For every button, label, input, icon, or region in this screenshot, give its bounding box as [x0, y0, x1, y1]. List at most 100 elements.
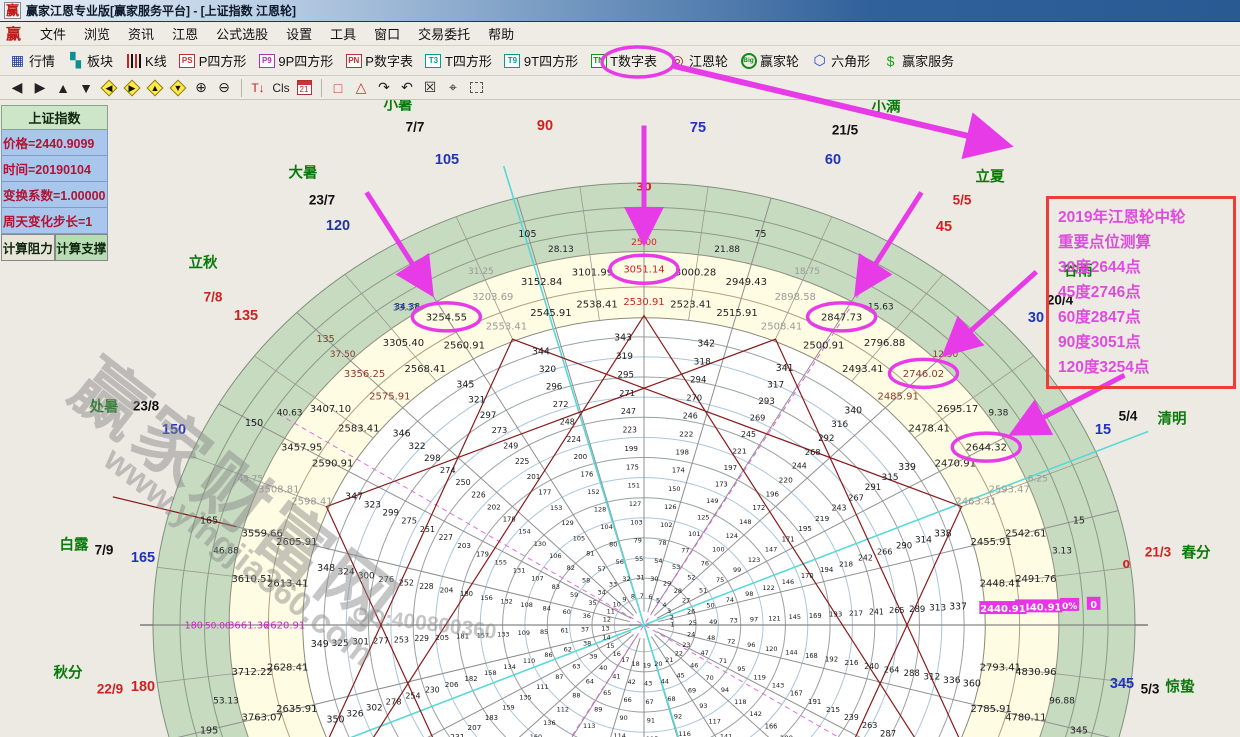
svg-text:267: 267 — [848, 492, 864, 502]
nav-down-icon[interactable]: ▼ — [75, 78, 97, 98]
svg-text:319: 319 — [616, 352, 633, 362]
toolbar-item-板块[interactable]: ▚板块 — [62, 49, 118, 72]
svg-text:30: 30 — [650, 575, 658, 583]
calendar-icon[interactable]: 21 — [293, 78, 315, 98]
cls-button[interactable]: Cls — [270, 78, 292, 98]
menu-item-2[interactable]: 浏览 — [75, 25, 119, 44]
menu-item-8[interactable]: 窗口 — [365, 25, 409, 44]
svg-text:222: 222 — [679, 430, 693, 439]
toolbar-item-9T四方形[interactable]: T99T四方形 — [499, 49, 583, 72]
zoom-in-icon[interactable]: ⊕ — [190, 78, 212, 98]
calc-resistance-button[interactable]: 计算阻力 — [1, 234, 55, 261]
toolbar-item-赢家服务[interactable]: $赢家服务 — [877, 49, 959, 72]
toolbar-item-赢家轮[interactable]: Big赢家轮 — [735, 49, 804, 72]
app-logo-icon: 赢 — [4, 2, 21, 19]
svg-text:160: 160 — [530, 733, 542, 737]
menu-item-3[interactable]: 资讯 — [119, 25, 163, 44]
menu-item-1[interactable]: 文件 — [31, 25, 75, 44]
svg-text:173: 173 — [715, 481, 728, 489]
select-box-icon[interactable] — [465, 78, 487, 98]
svg-text:158: 158 — [484, 669, 496, 677]
svg-text:2793.41: 2793.41 — [980, 663, 1021, 674]
degree-label: 150 — [162, 422, 186, 438]
svg-text:3101.99: 3101.99 — [572, 268, 613, 279]
toolbar-item-label: 板块 — [87, 51, 113, 70]
nav-right-icon[interactable]: ▶ — [29, 78, 51, 98]
svg-text:150: 150 — [668, 485, 680, 493]
toolbar-item-K线[interactable]: K线 — [120, 49, 172, 72]
menu-item-7[interactable]: 工具 — [321, 25, 365, 44]
svg-text:277: 277 — [373, 636, 389, 646]
svg-text:13: 13 — [601, 624, 609, 632]
svg-text:2898.58: 2898.58 — [775, 292, 816, 303]
toolbar-item-T数字表[interactable]: TNT数字表 — [585, 49, 662, 72]
svg-text:105: 105 — [573, 534, 585, 542]
svg-text:18.75: 18.75 — [794, 267, 820, 277]
svg-text:28.13: 28.13 — [548, 245, 574, 255]
svg-text:116: 116 — [678, 730, 690, 737]
svg-text:316: 316 — [831, 420, 848, 430]
svg-text:67: 67 — [645, 698, 653, 706]
toolbar-item-9P四方形[interactable]: P99P四方形 — [253, 49, 338, 72]
svg-text:128: 128 — [594, 506, 606, 514]
square-tool-icon[interactable]: □ — [327, 78, 349, 98]
menu-item-6[interactable]: 设置 — [277, 25, 321, 44]
svg-text:199: 199 — [624, 444, 638, 453]
svg-text:2530.91: 2530.91 — [623, 297, 664, 308]
zoom-out-icon[interactable]: ⊖ — [213, 78, 235, 98]
triangle-tool-icon[interactable]: △ — [350, 78, 372, 98]
svg-text:274: 274 — [440, 465, 456, 475]
solar-term-label: 大暑 — [289, 162, 318, 183]
toolbar-item-六角形[interactable]: ⬡六角形 — [806, 49, 875, 72]
svg-text:88: 88 — [572, 691, 580, 699]
nav-left-icon[interactable]: ◀ — [6, 78, 28, 98]
svg-text:302: 302 — [366, 703, 383, 713]
toolbar-item-label: P数字表 — [365, 51, 413, 70]
pan-down-icon[interactable]: ▼ — [167, 78, 189, 98]
svg-text:2695.17: 2695.17 — [937, 404, 978, 415]
center-icon[interactable]: ⌖ — [442, 78, 464, 98]
svg-text:239: 239 — [844, 713, 859, 722]
pan-left-icon[interactable]: ◀ — [98, 78, 120, 98]
svg-text:2463.41: 2463.41 — [955, 497, 996, 508]
svg-text:3254.55: 3254.55 — [426, 312, 467, 323]
toolbar-item-P四方形[interactable]: PSP四方形 — [174, 49, 252, 72]
rotate-ccw-icon[interactable]: ↶ — [396, 78, 418, 98]
svg-text:120: 120 — [765, 645, 777, 653]
svg-text:221: 221 — [732, 447, 746, 456]
menu-item-5[interactable]: 公式选股 — [207, 25, 277, 44]
toolbar-item-T四方形[interactable]: T3T四方形 — [420, 49, 497, 72]
svg-text:179: 179 — [476, 550, 489, 558]
svg-text:2515.91: 2515.91 — [716, 308, 757, 319]
t-down-icon[interactable]: T↓ — [247, 78, 269, 98]
svg-text:66: 66 — [624, 696, 632, 704]
toolbar-item-行情[interactable]: ▦行情 — [4, 49, 60, 72]
svg-text:126: 126 — [664, 503, 676, 511]
pan-up-icon[interactable]: ▲ — [144, 78, 166, 98]
svg-text:174: 174 — [672, 467, 685, 475]
toolbar-item-P数字表[interactable]: PNP数字表 — [340, 49, 418, 72]
svg-text:346: 346 — [393, 429, 411, 440]
rotate-cw-icon[interactable]: ↷ — [373, 78, 395, 98]
svg-text:2493.41: 2493.41 — [842, 364, 883, 375]
svg-text:2491.76: 2491.76 — [1015, 574, 1056, 585]
calc-support-button[interactable]: 计算支撑 — [55, 234, 109, 261]
nav-up-icon[interactable]: ▲ — [52, 78, 74, 98]
svg-text:90: 90 — [620, 714, 628, 722]
annotation-line-6: 90度3051点 — [1058, 330, 1224, 355]
pan-right-icon[interactable]: ▶ — [121, 78, 143, 98]
svg-text:12: 12 — [603, 615, 611, 623]
badge-pn: PN — [345, 53, 362, 69]
menu-item-9[interactable]: 交易委托 — [409, 25, 479, 44]
svg-text:350: 350 — [326, 714, 344, 725]
toolbar-item-江恩轮[interactable]: ◎江恩轮 — [664, 49, 733, 72]
svg-text:183: 183 — [485, 714, 498, 722]
svg-text:72: 72 — [727, 638, 735, 646]
svg-text:65: 65 — [603, 689, 611, 697]
svg-text:150: 150 — [245, 418, 263, 429]
menu-item-10[interactable]: 帮助 — [479, 25, 523, 44]
menu-item-4[interactable]: 江恩 — [163, 25, 207, 44]
svg-text:29: 29 — [663, 580, 671, 588]
delete-box-icon[interactable]: ☒ — [419, 78, 441, 98]
svg-text:2613.41: 2613.41 — [267, 578, 308, 589]
